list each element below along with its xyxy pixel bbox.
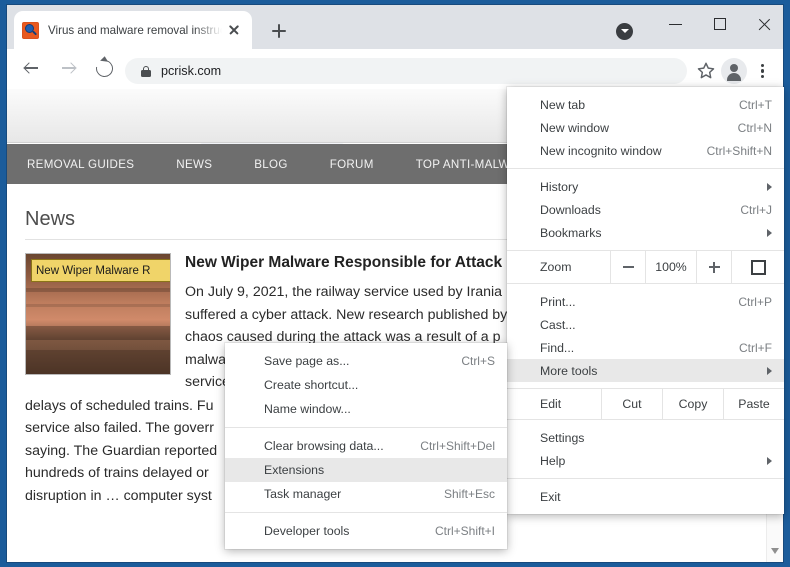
chevron-right-icon bbox=[767, 183, 772, 191]
address-bar[interactable]: pcrisk.com bbox=[125, 58, 687, 84]
paste-button[interactable]: Paste bbox=[723, 389, 784, 419]
submenu-item-save-page-as[interactable]: Save page as... Ctrl+S bbox=[225, 349, 507, 373]
zoom-value: 100% bbox=[645, 251, 696, 283]
lock-icon bbox=[141, 65, 151, 77]
browser-tab[interactable]: Virus and malware removal instructions bbox=[14, 11, 252, 49]
menu-item-help[interactable]: Help bbox=[507, 449, 784, 472]
nav-item-blog[interactable]: BLOG bbox=[254, 158, 287, 171]
menu-item-more-tools[interactable]: More tools bbox=[507, 359, 784, 382]
scroll-down-arrow-icon[interactable] bbox=[771, 548, 779, 554]
bookmark-star-icon[interactable] bbox=[695, 60, 717, 82]
browser-toolbar: pcrisk.com bbox=[7, 49, 783, 89]
tab-search-icon[interactable] bbox=[616, 23, 633, 40]
submenu-item-clear-browsing-data[interactable]: Clear browsing data... Ctrl+Shift+Del bbox=[225, 434, 507, 458]
nav-item-removal-guides[interactable]: REMOVAL GUIDES bbox=[27, 158, 134, 171]
fullscreen-icon[interactable] bbox=[731, 251, 784, 283]
maximize-button[interactable] bbox=[698, 10, 742, 38]
screenshot-root: Virus and malware removal instructions p… bbox=[0, 0, 790, 567]
menu-item-cast[interactable]: Cast... bbox=[507, 313, 784, 336]
close-window-button[interactable] bbox=[742, 10, 786, 38]
close-tab-icon[interactable] bbox=[224, 20, 244, 40]
submenu-item-name-window[interactable]: Name window... bbox=[225, 397, 507, 421]
browser-window: Virus and malware removal instructions p… bbox=[6, 4, 784, 563]
submenu-item-extensions[interactable]: Extensions bbox=[225, 458, 507, 482]
thumbnail-caption-bar: New Wiper Malware R bbox=[31, 259, 171, 282]
chrome-menu-icon[interactable] bbox=[749, 58, 775, 84]
cut-button[interactable]: Cut bbox=[601, 389, 662, 419]
menu-item-downloads[interactable]: Downloads Ctrl+J bbox=[507, 198, 784, 221]
nav-item-forum[interactable]: FORUM bbox=[330, 158, 374, 171]
tab-title: Virus and malware removal instructions bbox=[48, 24, 222, 37]
menu-item-new-tab[interactable]: New tab Ctrl+T bbox=[507, 93, 784, 116]
article-thumbnail[interactable]: New Wiper Malware R bbox=[25, 253, 171, 375]
menu-item-exit[interactable]: Exit bbox=[507, 485, 784, 508]
submenu-item-developer-tools[interactable]: Developer tools Ctrl+Shift+I bbox=[225, 519, 507, 543]
new-tab-button[interactable] bbox=[266, 18, 292, 44]
copy-button[interactable]: Copy bbox=[662, 389, 723, 419]
minimize-button[interactable] bbox=[654, 10, 698, 38]
menu-separator bbox=[507, 478, 784, 479]
thumbnail-caption: New Wiper Malware R bbox=[32, 265, 150, 277]
chrome-main-menu: New tab Ctrl+T New window Ctrl+N New inc… bbox=[507, 87, 784, 514]
back-icon[interactable] bbox=[19, 57, 43, 81]
menu-item-new-window[interactable]: New window Ctrl+N bbox=[507, 116, 784, 139]
reload-icon[interactable] bbox=[93, 57, 117, 81]
menu-item-bookmarks[interactable]: Bookmarks bbox=[507, 221, 784, 244]
menu-row-zoom: Zoom 100% bbox=[507, 250, 784, 284]
forward-icon[interactable] bbox=[57, 57, 81, 81]
zoom-out-button[interactable] bbox=[610, 251, 645, 283]
submenu-item-create-shortcut[interactable]: Create shortcut... bbox=[225, 373, 507, 397]
address-bar-url: pcrisk.com bbox=[161, 64, 221, 78]
more-tools-submenu: Save page as... Ctrl+S Create shortcut..… bbox=[225, 343, 507, 549]
chevron-right-icon bbox=[767, 229, 772, 237]
chevron-right-icon bbox=[767, 457, 772, 465]
pcrisk-favicon-icon bbox=[22, 22, 39, 39]
menu-separator bbox=[507, 168, 784, 169]
nav-item-news[interactable]: NEWS bbox=[176, 158, 212, 171]
profile-avatar-icon[interactable] bbox=[721, 58, 747, 84]
menu-item-find[interactable]: Find... Ctrl+F bbox=[507, 336, 784, 359]
zoom-label: Zoom bbox=[540, 260, 610, 274]
menu-row-edit: Edit Cut Copy Paste bbox=[507, 388, 784, 420]
submenu-item-task-manager[interactable]: Task manager Shift+Esc bbox=[225, 482, 507, 506]
menu-separator bbox=[225, 427, 507, 428]
tab-strip: Virus and malware removal instructions bbox=[7, 5, 783, 49]
menu-separator bbox=[225, 512, 507, 513]
chevron-right-icon bbox=[767, 367, 772, 375]
menu-item-settings[interactable]: Settings bbox=[507, 426, 784, 449]
menu-item-history[interactable]: History bbox=[507, 175, 784, 198]
zoom-in-button[interactable] bbox=[696, 251, 731, 283]
menu-item-new-incognito-window[interactable]: New incognito window Ctrl+Shift+N bbox=[507, 139, 784, 162]
menu-item-print[interactable]: Print... Ctrl+P bbox=[507, 290, 784, 313]
edit-label: Edit bbox=[540, 397, 601, 411]
